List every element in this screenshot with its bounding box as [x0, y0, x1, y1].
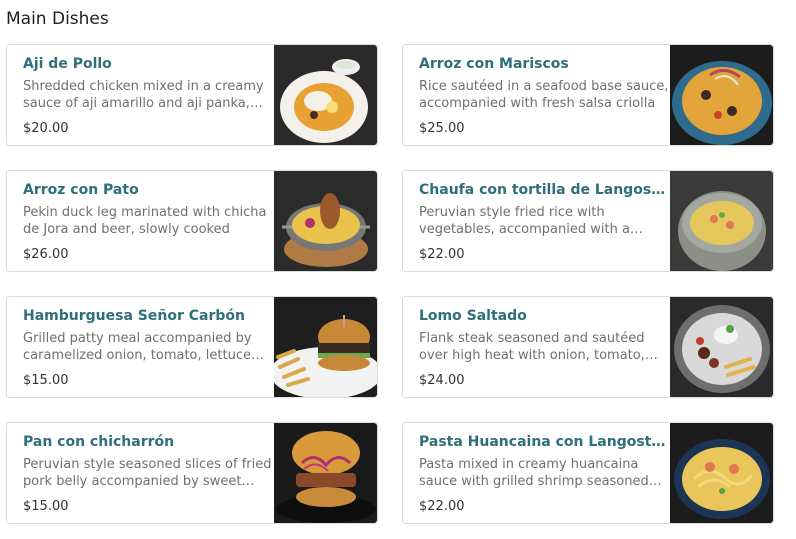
dish-name: Chaufa con tortilla de Langostinos — [419, 182, 669, 198]
dish-description: Pasta mixed in creamy huancaina sauce wi… — [419, 457, 649, 489]
dish-name: Arroz con Mariscos — [419, 56, 569, 72]
dish-card[interactable]: Pan con chicharrón Peruvian style season… — [6, 422, 378, 524]
dish-card[interactable]: Lomo Saltado Flank steak seasoned and sa… — [402, 296, 774, 398]
dish-description: Shredded chicken mixed in a creamy sauce… — [23, 79, 264, 111]
pasta-huancaina-photo — [670, 423, 773, 523]
dish-price: $25.00 — [419, 121, 465, 136]
lomo-saltado-photo — [670, 297, 773, 397]
pan-con-chicharron-photo — [274, 423, 377, 523]
dish-description: Grilled patty meal accompanied by carame… — [23, 331, 252, 363]
dish-price: $22.00 — [419, 499, 465, 514]
dish-name: Arroz con Pato — [23, 182, 139, 198]
dish-description: Flank steak seasoned and sautéed over hi… — [419, 331, 645, 363]
dish-grid: Aji de Pollo Shredded chicken mixed in a… — [6, 44, 774, 524]
dish-card[interactable]: Arroz con Pato Pekin duck leg marinated … — [6, 170, 378, 272]
dish-description: Peruvian style fried rice with vegetable… — [419, 205, 630, 237]
dish-card[interactable]: Chaufa con tortilla de Langostinos Peruv… — [402, 170, 774, 272]
dish-description: Rice sautéed in a seafood base sauce, ac… — [419, 79, 669, 111]
dish-price: $22.00 — [419, 247, 465, 262]
dish-card[interactable]: Pasta Huancaina con Langostinos Pasta mi… — [402, 422, 774, 524]
arroz-con-mariscos-photo — [670, 45, 773, 145]
dish-name: Aji de Pollo — [23, 56, 112, 72]
dish-name: Pasta Huancaina con Langostinos — [419, 434, 669, 450]
hamburguesa-photo — [274, 297, 377, 397]
dish-price: $26.00 — [23, 247, 69, 262]
dish-description: Peruvian style seasoned slices of fried … — [23, 457, 272, 489]
dish-price: $20.00 — [23, 121, 69, 136]
chaufa-photo — [670, 171, 773, 271]
dish-price: $24.00 — [419, 373, 465, 388]
arroz-con-pato-photo — [274, 171, 377, 271]
aji-de-pollo-photo — [274, 45, 377, 145]
dish-name: Pan con chicharrón — [23, 434, 175, 450]
dish-price: $15.00 — [23, 373, 69, 388]
dish-price: $15.00 — [23, 499, 69, 514]
dish-card[interactable]: Aji de Pollo Shredded chicken mixed in a… — [6, 44, 378, 146]
dish-description: Pekin duck leg marinated with chicha de … — [23, 205, 267, 237]
dish-card[interactable]: Hamburguesa Señor Carbón Grilled patty m… — [6, 296, 378, 398]
dish-name: Lomo Saltado — [419, 308, 527, 324]
dish-name: Hamburguesa Señor Carbón — [23, 308, 245, 324]
dish-card[interactable]: Arroz con Mariscos Rice sautéed in a sea… — [402, 44, 774, 146]
section-title: Main Dishes — [6, 9, 109, 29]
